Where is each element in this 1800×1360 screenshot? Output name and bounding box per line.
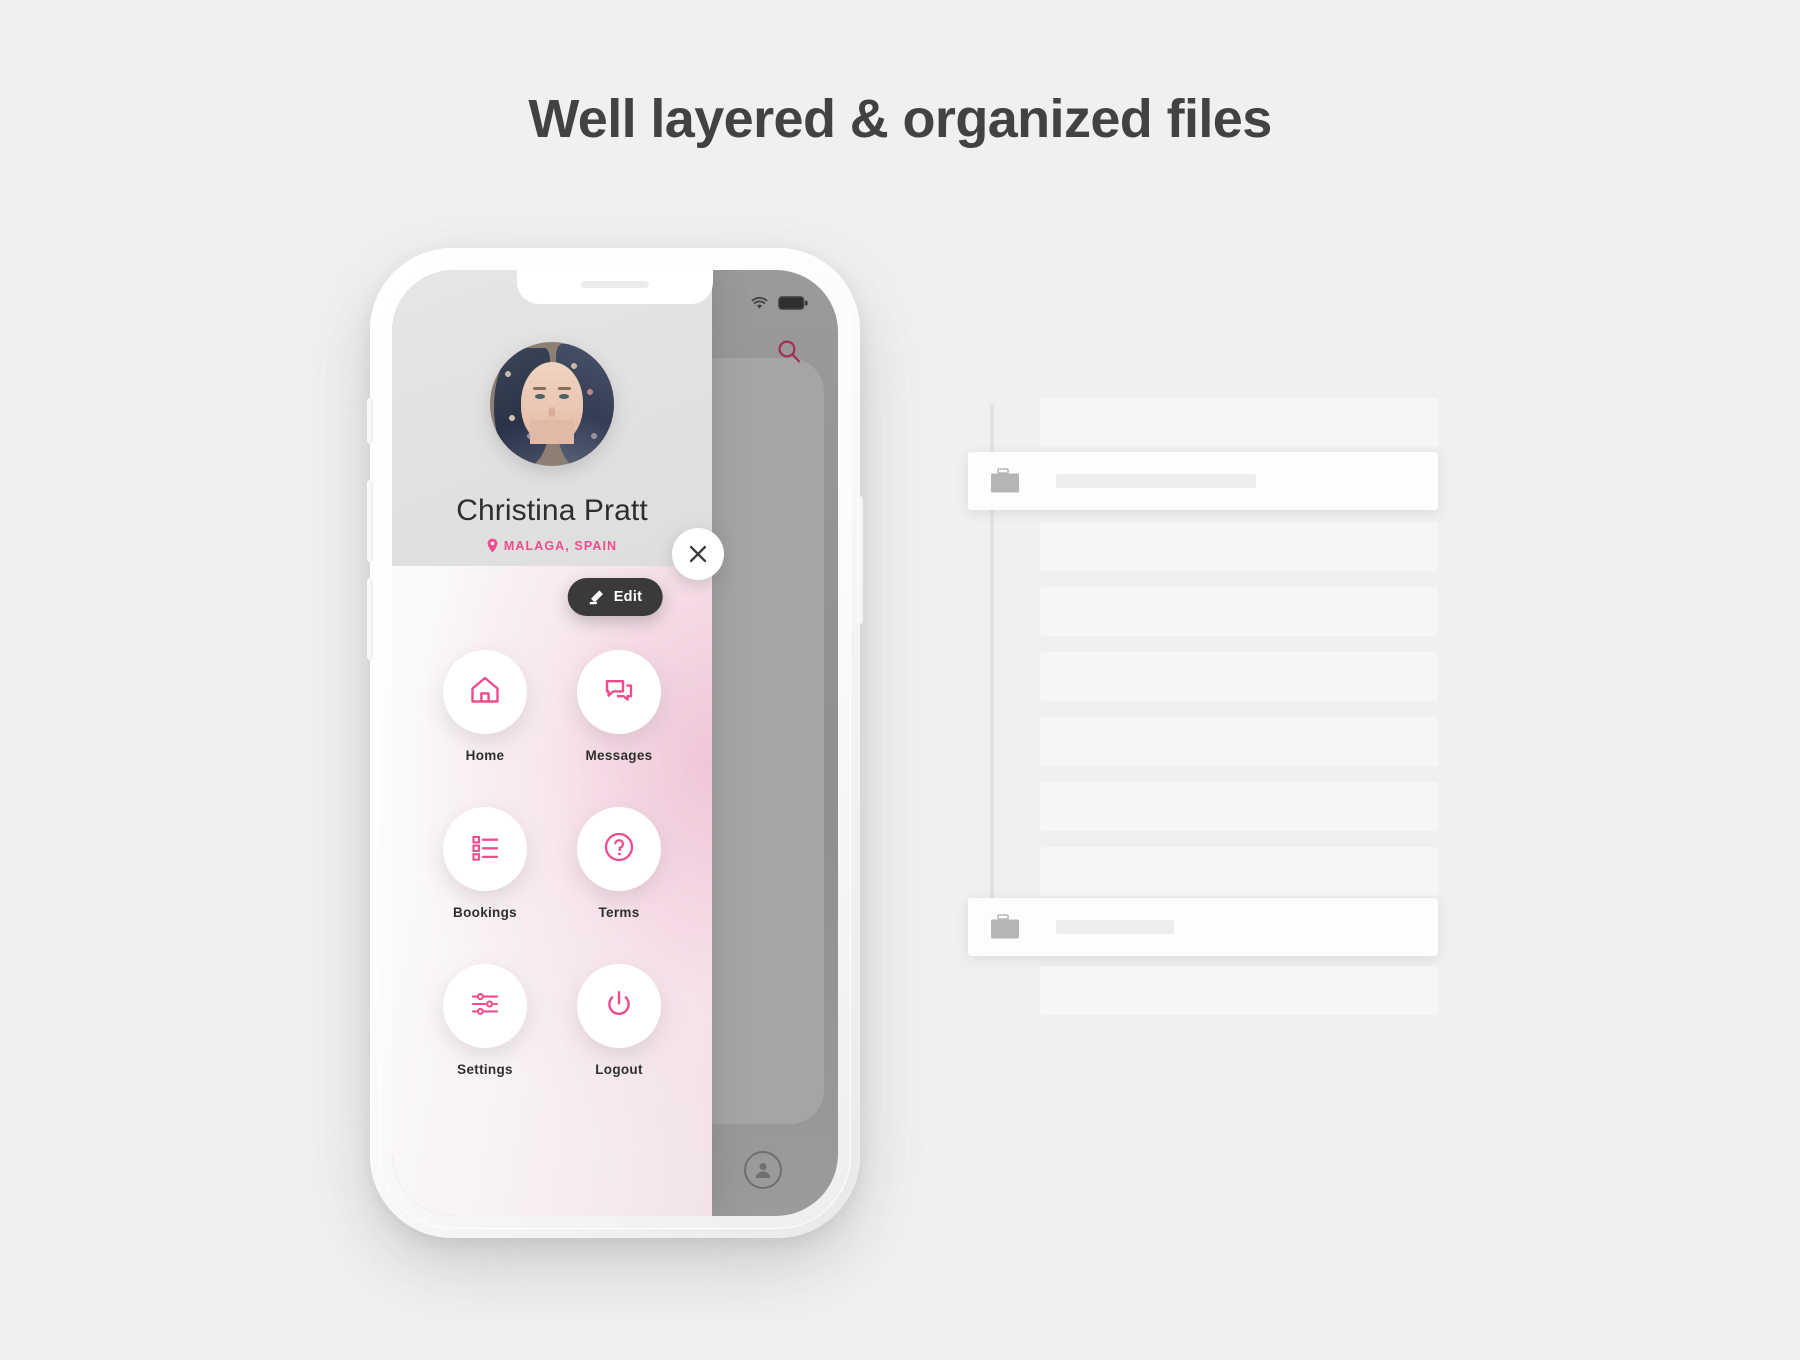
edit-profile-button[interactable]: Edit bbox=[567, 578, 663, 616]
menu-item-label: Logout bbox=[595, 1062, 643, 1077]
avatar-face bbox=[521, 362, 583, 444]
volume-up-button[interactable] bbox=[367, 480, 373, 562]
menu-icon-circle bbox=[577, 807, 661, 891]
menu-item-home[interactable]: Home bbox=[418, 650, 552, 763]
layer-row[interactable] bbox=[1040, 398, 1438, 447]
chat-bubble-icon bbox=[602, 673, 636, 712]
phone-screen: e bbox=[392, 270, 838, 1216]
earpiece-speaker bbox=[581, 281, 649, 288]
question-mark-circle-icon bbox=[602, 830, 636, 869]
phone-mockup: e bbox=[367, 248, 863, 1238]
layer-row[interactable] bbox=[1040, 782, 1438, 831]
layer-name-placeholder bbox=[1056, 920, 1174, 934]
layer-row[interactable] bbox=[1040, 847, 1438, 896]
layer-row[interactable] bbox=[1040, 587, 1438, 636]
status-bar bbox=[751, 296, 808, 310]
menu-item-settings[interactable]: Settings bbox=[418, 964, 552, 1077]
power-icon bbox=[602, 987, 636, 1026]
layer-folder-row[interactable] bbox=[968, 452, 1438, 510]
battery-icon bbox=[778, 296, 808, 310]
layer-name-placeholder bbox=[1056, 474, 1256, 488]
home-icon bbox=[468, 673, 502, 712]
folder-icon bbox=[990, 914, 1020, 940]
edit-profile-label: Edit bbox=[613, 589, 643, 605]
profile-location: MALAGA, SPAIN bbox=[392, 538, 712, 553]
layer-row[interactable] bbox=[1040, 652, 1438, 701]
close-x-icon bbox=[688, 544, 708, 564]
avatar-eye-left bbox=[535, 394, 545, 399]
wifi-icon bbox=[751, 296, 768, 310]
menu-item-label: Settings bbox=[457, 1062, 513, 1077]
profile-menu-grid: Home Messages Bookings Terms Settings Lo… bbox=[392, 650, 712, 1077]
menu-item-terms[interactable]: Terms bbox=[552, 807, 686, 920]
avatar-brow-right bbox=[558, 387, 571, 390]
close-button[interactable] bbox=[672, 528, 724, 580]
silent-switch-button[interactable] bbox=[367, 398, 373, 444]
avatar-brow-left bbox=[533, 387, 546, 390]
page-title: Well layered & organized files bbox=[528, 89, 1272, 149]
sliders-icon bbox=[469, 988, 501, 1025]
layer-row[interactable] bbox=[1040, 522, 1438, 571]
menu-item-bookings[interactable]: Bookings bbox=[418, 807, 552, 920]
phone-notch bbox=[517, 270, 713, 304]
menu-item-label: Bookings bbox=[453, 905, 517, 920]
menu-icon-circle bbox=[443, 650, 527, 734]
menu-icon-circle bbox=[577, 964, 661, 1048]
menu-item-logout[interactable]: Logout bbox=[552, 964, 686, 1077]
power-side-button[interactable] bbox=[857, 496, 863, 624]
layers-panel bbox=[968, 398, 1438, 1015]
layer-folder-row[interactable] bbox=[968, 898, 1438, 956]
map-pin-icon bbox=[487, 538, 498, 553]
menu-item-label: Terms bbox=[598, 905, 640, 920]
user-avatar-icon[interactable] bbox=[744, 1151, 782, 1189]
menu-icon-circle bbox=[443, 807, 527, 891]
pencil-edit-icon bbox=[588, 589, 605, 606]
layer-row[interactable] bbox=[1040, 966, 1438, 1015]
list-icon bbox=[469, 831, 501, 868]
menu-item-messages[interactable]: Messages bbox=[552, 650, 686, 763]
menu-icon-circle bbox=[577, 650, 661, 734]
profile-location-label: MALAGA, SPAIN bbox=[503, 538, 618, 553]
menu-icon-circle bbox=[443, 964, 527, 1048]
volume-down-button[interactable] bbox=[367, 578, 373, 660]
avatar-neck bbox=[530, 420, 574, 444]
folder-icon bbox=[990, 468, 1020, 494]
avatar-nose bbox=[548, 407, 556, 417]
layer-row[interactable] bbox=[1040, 717, 1438, 766]
avatar-eye-right bbox=[559, 394, 569, 399]
menu-item-label: Messages bbox=[585, 748, 653, 763]
profile-name: Christina Pratt bbox=[456, 494, 648, 527]
menu-item-label: Home bbox=[465, 748, 505, 763]
search-icon[interactable] bbox=[776, 338, 802, 369]
profile-panel-layer: Christina Pratt MALAGA, SPAIN Home Messa… bbox=[392, 270, 712, 1216]
avatar bbox=[490, 342, 614, 466]
phone-body: e bbox=[367, 248, 863, 1238]
